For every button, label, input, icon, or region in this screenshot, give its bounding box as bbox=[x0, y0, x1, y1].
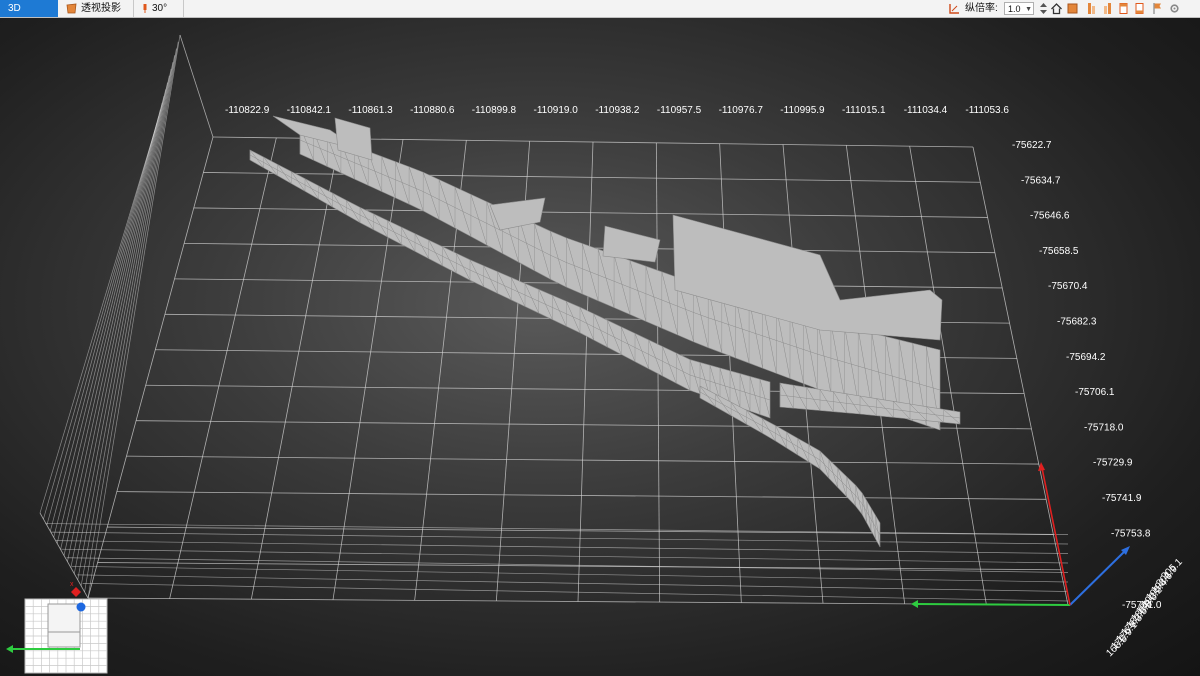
y-axis-labels: -75622.7 -75634.7 -75646.6 -75658.5 -75670.4… bbox=[1012, 140, 1162, 611]
svg-text:x: x bbox=[70, 581, 74, 588]
pin-icon bbox=[143, 3, 147, 13]
vertical-ratio-label: 纵倍率: bbox=[965, 3, 998, 14]
wall-left-icon[interactable] bbox=[1085, 2, 1098, 15]
grid-line bbox=[80, 48, 177, 586]
x-axis-tick-label: -110822.9 bbox=[225, 105, 270, 116]
y-axis-tick-label: -75753.8 bbox=[1111, 528, 1151, 539]
grid-line bbox=[66, 557, 1069, 573]
x-axis-tick-label: -111034.4 bbox=[904, 105, 948, 116]
minimap-y-marker-icon bbox=[76, 602, 86, 612]
navigation-minimap[interactable]: x bbox=[0, 577, 110, 676]
x-axis-tick-label: -111053.6 bbox=[965, 105, 1009, 116]
perspective-icon bbox=[66, 3, 77, 14]
y-axis-tick-label: -75682.3 bbox=[1057, 317, 1097, 328]
perspective-button[interactable]: 透视投影 bbox=[60, 0, 134, 17]
y-axis-tick-label: -75741.9 bbox=[1102, 493, 1142, 504]
x-axis-labels: -110822.9 -110842.1 -110861.3 -110880.6 -110… bbox=[225, 105, 1009, 116]
z-axis-labels: 205.1201.9198.6195.4192.2189.0185.8182.5… bbox=[1104, 556, 1185, 659]
grid-line bbox=[77, 574, 1069, 592]
home-icon[interactable] bbox=[1050, 2, 1063, 15]
wall-right-icon[interactable] bbox=[1101, 2, 1114, 15]
y-axis-tick-label: -75718.0 bbox=[1084, 422, 1124, 433]
y-axis-line bbox=[1069, 549, 1127, 606]
y-axis-tick-label: -75694.2 bbox=[1066, 352, 1106, 363]
grid-line bbox=[73, 62, 174, 574]
chevron-down-icon: ▼ bbox=[1025, 6, 1032, 13]
angle-button[interactable]: 30° bbox=[136, 0, 184, 17]
x-axis-line bbox=[914, 603, 1071, 606]
flag-icon[interactable] bbox=[1151, 2, 1164, 15]
y-axis-tick-label: -75706.1 bbox=[1075, 387, 1115, 398]
toolbar: 3D 透视投影 30° 纵倍率: 1.0 ▼ bbox=[0, 0, 1200, 18]
minimap-x-marker-icon bbox=[71, 587, 81, 597]
vertical-ratio-value: 1.0 bbox=[1008, 4, 1021, 14]
doc-alt-icon[interactable] bbox=[1133, 2, 1146, 15]
grid-line bbox=[45, 523, 1069, 535]
vertical-ratio-select[interactable]: 1.0 ▼ bbox=[1004, 2, 1034, 15]
minimap-view-frame[interactable] bbox=[47, 603, 81, 648]
x-axis-tick-label: -110842.1 bbox=[287, 105, 332, 116]
view-3d-label: 3D bbox=[8, 3, 21, 14]
doc-icon[interactable] bbox=[1117, 2, 1130, 15]
grid-line bbox=[169, 137, 277, 599]
ruler-icon[interactable] bbox=[948, 2, 961, 15]
grid-side-wall bbox=[39, 34, 214, 599]
grid-line bbox=[55, 540, 1069, 554]
x-axis-tick-label: -110899.8 bbox=[472, 105, 517, 116]
grid-line bbox=[70, 68, 172, 568]
x-axis-tick-label: -110861.3 bbox=[348, 105, 393, 116]
grid-line bbox=[577, 141, 594, 602]
mesh-plate[interactable] bbox=[602, 225, 661, 263]
y-axis-tick-label: -75634.7 bbox=[1021, 175, 1061, 186]
y-axis-tick-label: -75670.4 bbox=[1048, 281, 1088, 292]
x-axis-tick-label: -110938.2 bbox=[595, 105, 640, 116]
grid-line bbox=[53, 102, 163, 538]
y-axis-tick-label: -75646.6 bbox=[1030, 211, 1070, 222]
y-axis-tick-label: -75622.7 bbox=[1012, 140, 1052, 151]
box-icon[interactable] bbox=[1066, 2, 1079, 15]
x-axis-tick-label: -110957.5 bbox=[657, 105, 702, 116]
axis-gizmo bbox=[911, 462, 1130, 608]
z-axis-line bbox=[1041, 467, 1071, 606]
x-axis-tick-label: -110919.0 bbox=[534, 105, 579, 116]
grid-line bbox=[82, 583, 1069, 602]
x-axis-arrow-icon bbox=[911, 600, 918, 608]
grid-line bbox=[39, 129, 156, 514]
settings-icon[interactable] bbox=[1168, 2, 1181, 15]
grid-line bbox=[60, 89, 167, 550]
x-axis-tick-label: -111015.1 bbox=[842, 105, 886, 116]
minimap-arrow-icon bbox=[6, 645, 13, 653]
y-axis-tick-label: -75658.5 bbox=[1039, 246, 1079, 257]
spinner-icon[interactable] bbox=[1037, 2, 1050, 15]
grid-line bbox=[250, 138, 341, 600]
perspective-label: 透视投影 bbox=[81, 3, 121, 14]
x-axis-tick-label: -110976.7 bbox=[719, 105, 764, 116]
angle-label: 30° bbox=[152, 3, 168, 14]
x-axis-tick-label: -110995.9 bbox=[780, 105, 825, 116]
grid-line bbox=[56, 95, 165, 544]
3d-viewport[interactable]: -110822.9 -110842.1 -110861.3 -110880.6 -110… bbox=[0, 17, 1200, 676]
grid-line bbox=[63, 82, 168, 556]
y-axis-tick-label: -75729.9 bbox=[1093, 458, 1133, 469]
x-axis-tick-label: -110880.6 bbox=[410, 105, 455, 116]
view-3d-button[interactable]: 3D bbox=[0, 0, 58, 17]
mesh-main-band[interactable] bbox=[299, 125, 941, 431]
grid-line bbox=[77, 55, 175, 580]
grid-line bbox=[67, 75, 170, 562]
